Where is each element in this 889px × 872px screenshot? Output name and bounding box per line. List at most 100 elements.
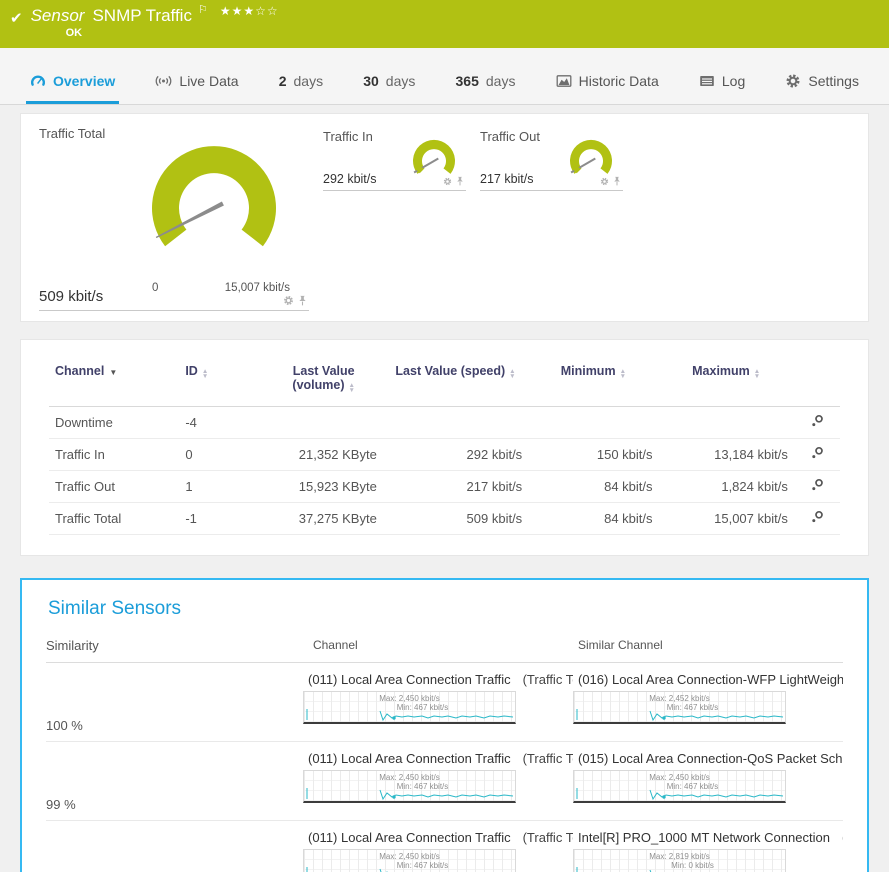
table-row: Traffic Out 1 15,923 KByte 217 kbit/s 84…	[49, 471, 840, 503]
similar-sensor-row: 85 % (011) Local Area Connection Traffic…	[46, 821, 843, 872]
tab-number: 365	[456, 73, 479, 89]
channel-minigraph[interactable]: Max: 2,452 kbit/s Min: 467 kbit/s	[573, 691, 786, 724]
gauge-settings-icon[interactable]	[283, 295, 294, 306]
flag-icon[interactable]: ⚐	[198, 3, 208, 16]
minigraph-min-label: Min: 467 kbit/s	[304, 704, 515, 712]
channel-min	[528, 407, 658, 439]
similarity-value: 100 %	[46, 671, 303, 735]
page-title: SNMP Traffic	[92, 6, 192, 26]
sort-icon[interactable]: ▲▼	[202, 372, 208, 382]
channel-minigraph[interactable]: Max: 2,450 kbit/s Min: 467 kbit/s	[303, 770, 516, 803]
tab-365-days[interactable]: 365 days	[452, 60, 520, 104]
column-header-volume[interactable]: Last Value (volume)▲▼	[265, 356, 383, 407]
minigraph-min-label: Min: 467 kbit/s	[574, 783, 785, 791]
channel-table: Channel▼ ID▲▼ Last Value (volume)▲▼ Last…	[49, 356, 840, 535]
tab-unit: days	[486, 73, 516, 89]
channel-link-suffix: (Traffic To	[523, 672, 573, 687]
pin-icon[interactable]	[456, 176, 464, 186]
channel-name: Traffic Total	[49, 503, 179, 535]
tab-historic-data[interactable]: Historic Data	[552, 60, 663, 104]
channel-settings-icon[interactable]	[810, 414, 824, 428]
pin-icon[interactable]	[298, 295, 307, 306]
gauge-scale-min: 0	[152, 282, 158, 294]
channel-cell: (011) Local Area Connection Traffic (Tra…	[303, 829, 573, 872]
channel-settings-icon[interactable]	[810, 446, 824, 460]
channel-table-header-row: Channel▼ ID▲▼ Last Value (volume)▲▼ Last…	[49, 356, 840, 407]
channel-link[interactable]: (015) Local Area Connection-QoS Packet S…	[578, 751, 843, 766]
star-rating[interactable]: ★★★☆☆	[220, 4, 279, 18]
channel-minigraph[interactable]: Max: 2,450 kbit/s Min: 467 kbit/s	[303, 849, 516, 872]
status-badge: OK	[66, 27, 279, 39]
log-icon	[699, 73, 715, 89]
channel-min: 84 kbit/s	[528, 503, 658, 535]
tab-unit: days	[294, 73, 324, 89]
similarity-value: 99 %	[46, 750, 303, 814]
similar-channel-cell: (015) Local Area Connection-QoS Packet S…	[573, 750, 843, 814]
sort-icon[interactable]: ▲▼	[509, 372, 515, 382]
table-row: Traffic In 0 21,352 KByte 292 kbit/s 150…	[49, 439, 840, 471]
channel-link[interactable]: Intel[R] PRO_1000 MT Network Connection	[578, 830, 830, 845]
channel-minigraph[interactable]: Max: 2,450 kbit/s Min: 467 kbit/s	[303, 691, 516, 724]
column-header-minimum[interactable]: Minimum▲▼	[528, 356, 658, 407]
tab-30-days[interactable]: 30 days	[359, 60, 419, 104]
sensor-header: ✔ Sensor SNMP Traffic ⚐ ★★★☆☆ OK	[0, 0, 889, 48]
tab-2-days[interactable]: 2 days	[275, 60, 327, 104]
minigraph-max-label: Max: 2,450 kbit/s	[304, 853, 515, 861]
tab-label: Historic Data	[579, 73, 659, 89]
channel-name: Traffic Out	[49, 471, 179, 503]
channel-max: 15,007 kbit/s	[659, 503, 794, 535]
channel-settings-icon[interactable]	[810, 510, 824, 524]
channel-minigraph[interactable]: Max: 2,819 kbit/s Min: 0 kbit/s	[573, 849, 786, 872]
column-header-similarity: Similarity	[46, 638, 313, 655]
channel-min: 150 kbit/s	[528, 439, 658, 471]
channel-min: 84 kbit/s	[528, 471, 658, 503]
sort-desc-icon[interactable]: ▼	[109, 368, 117, 377]
channel-cell: (011) Local Area Connection Traffic (Tra…	[303, 671, 573, 735]
similar-sensor-row: 100 % (011) Local Area Connection Traffi…	[46, 663, 843, 742]
minigraph-max-label: Max: 2,819 kbit/s	[574, 853, 785, 861]
object-kind-label: Sensor	[31, 6, 85, 26]
column-header-channel[interactable]: Channel▼	[49, 356, 179, 407]
tab-log[interactable]: Log	[695, 60, 749, 104]
gauge-icon	[30, 73, 46, 89]
channel-link[interactable]: (011) Local Area Connection Traffic	[308, 751, 511, 766]
column-header-id[interactable]: ID▲▼	[179, 356, 264, 407]
column-header-maximum[interactable]: Maximum▲▼	[659, 356, 794, 407]
channel-link-suffix: (Traffic To	[523, 830, 573, 845]
tab-overview[interactable]: Overview	[26, 60, 119, 104]
channel-speed: 292 kbit/s	[383, 439, 528, 471]
gauge-traffic-out: Traffic Out 217 kbit/s	[480, 127, 623, 191]
column-header-actions	[794, 356, 840, 407]
channel-link[interactable]: (011) Local Area Connection Traffic	[308, 672, 511, 687]
similarity-value: 85 %	[46, 829, 303, 872]
sort-icon[interactable]: ▲▼	[754, 372, 760, 382]
minigraph-min-label: Min: 467 kbit/s	[574, 704, 785, 712]
gear-icon	[785, 73, 801, 89]
minigraph-min-label: Min: 467 kbit/s	[304, 783, 515, 791]
column-header-speed[interactable]: Last Value (speed)▲▼	[383, 356, 528, 407]
gauge-scale: 0 15,007 kbit/s	[134, 282, 294, 294]
tab-label: Log	[722, 73, 745, 89]
sort-icon[interactable]: ▲▼	[620, 372, 626, 382]
channel-minigraph[interactable]: Max: 2,450 kbit/s Min: 467 kbit/s	[573, 770, 786, 803]
tab-label: Live Data	[179, 73, 238, 89]
tab-live-data[interactable]: Live Data	[151, 60, 242, 104]
pin-icon[interactable]	[613, 176, 621, 186]
minigraph-min-label: Min: 467 kbit/s	[304, 862, 515, 870]
channel-id: 0	[179, 439, 264, 471]
channel-link[interactable]: (011) Local Area Connection Traffic	[308, 830, 511, 845]
channel-link-suffix: (Traffic To	[523, 751, 573, 766]
channel-cell: (011) Local Area Connection Traffic (Tra…	[303, 750, 573, 814]
gauge-settings-icon[interactable]	[600, 177, 609, 186]
channel-table-panel: Channel▼ ID▲▼ Last Value (volume)▲▼ Last…	[20, 339, 869, 556]
minigraph-max-label: Max: 2,450 kbit/s	[574, 774, 785, 782]
traffic-total-gauge-dial	[134, 136, 294, 286]
sort-icon[interactable]: ▲▼	[349, 386, 355, 396]
historic-chart-icon	[556, 73, 572, 89]
channel-settings-icon[interactable]	[810, 478, 824, 492]
channel-link[interactable]: (016) Local Area Connection-WFP LightWei…	[578, 672, 843, 687]
similar-sensor-row: 99 % (011) Local Area Connection Traffic…	[46, 742, 843, 821]
sensor-title-block: Sensor SNMP Traffic ⚐ ★★★☆☆ OK	[31, 6, 279, 39]
gauge-settings-icon[interactable]	[443, 177, 452, 186]
tab-settings[interactable]: Settings	[781, 60, 863, 104]
